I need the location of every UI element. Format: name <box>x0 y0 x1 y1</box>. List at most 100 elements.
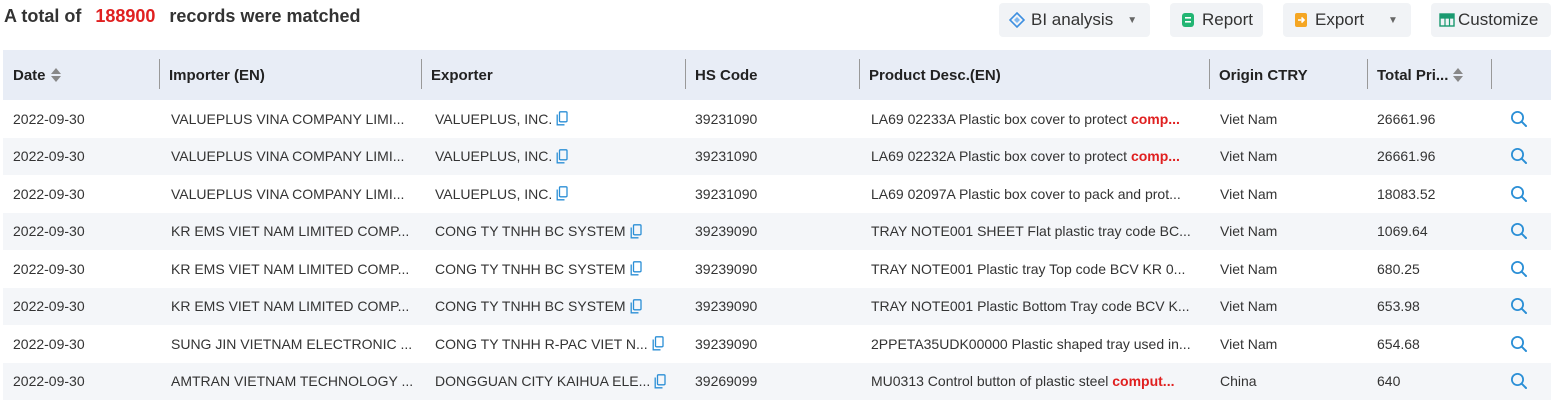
cell-total-price: 26661.96 <box>1377 100 1487 138</box>
cell-importer[interactable]: VALUEPLUS VINA COMPANY LIMI... <box>171 100 416 138</box>
exporter-link[interactable]: VALUEPLUS, INC. <box>435 186 552 202</box>
table-row[interactable]: 2022-09-30 KR EMS VIET NAM LIMITED COMP..… <box>3 287 1551 326</box>
cell-action <box>1510 250 1534 288</box>
customize-button[interactable]: Customize <box>1431 3 1551 37</box>
column-divider[interactable] <box>421 59 422 89</box>
column-divider[interactable] <box>859 59 860 89</box>
copy-icon[interactable] <box>630 223 642 239</box>
copy-icon[interactable] <box>630 298 642 314</box>
origin-value: Viet Nam <box>1220 298 1278 315</box>
cell-importer[interactable]: VALUEPLUS VINA COMPANY LIMI... <box>171 138 416 176</box>
exporter-link[interactable]: CONG TY TNHH R-PAC VIET N... <box>435 336 648 352</box>
search-icon[interactable] <box>1510 185 1528 203</box>
exporter-link[interactable]: VALUEPLUS, INC. <box>435 111 552 127</box>
export-dropdown-button[interactable]: ▼ <box>1375 3 1411 37</box>
table-row[interactable]: 2022-09-30 SUNG JIN VIETNAM ELECTRONIC ..… <box>3 325 1551 363</box>
report-label: Report <box>1202 10 1254 29</box>
column-header-total-price[interactable]: Total Pri... <box>1367 50 1491 100</box>
table-row[interactable]: 2022-09-30 VALUEPLUS VINA COMPANY LIMI...… <box>3 175 1551 213</box>
copy-icon[interactable] <box>556 148 568 164</box>
cell-exporter: CONG TY TNHH BC SYSTEM <box>435 250 680 288</box>
chevron-down-icon: ▼ <box>1127 14 1138 26</box>
column-divider[interactable] <box>1367 59 1368 89</box>
importer-link[interactable]: KR EMS VIET NAM LIMITED COMP... <box>171 298 409 314</box>
search-icon[interactable] <box>1510 297 1528 315</box>
importer-link[interactable]: VALUEPLUS VINA COMPANY LIMI... <box>171 186 404 202</box>
importer-link[interactable]: VALUEPLUS VINA COMPANY LIMI... <box>171 148 404 164</box>
cell-exporter: VALUEPLUS, INC. <box>435 175 680 213</box>
cell-importer[interactable]: KR EMS VIET NAM LIMITED COMP... <box>171 213 416 251</box>
sort-icon[interactable] <box>1453 68 1464 82</box>
product-desc-text: TRAY NOTE001 Plastic tray Top code BCV K… <box>871 261 1185 277</box>
cell-product-desc: TRAY NOTE001 Plastic tray Top code BCV K… <box>871 250 1203 288</box>
product-desc-text: TRAY NOTE001 Plastic Bottom Tray code BC… <box>871 298 1190 314</box>
table-row[interactable]: 2022-09-30 KR EMS VIET NAM LIMITED COMP..… <box>3 212 1551 251</box>
date-value: 2022-09-30 <box>13 110 85 127</box>
cell-hs-code: 39231090 <box>695 175 845 213</box>
importer-link[interactable]: KR EMS VIET NAM LIMITED COMP... <box>171 261 409 277</box>
importer-link[interactable]: VALUEPLUS VINA COMPANY LIMI... <box>171 111 404 127</box>
copy-icon[interactable] <box>652 336 664 351</box>
product-desc-value: TRAY NOTE001 SHEET Flat plastic tray cod… <box>871 223 1191 240</box>
cell-date: 2022-09-30 <box>13 213 153 251</box>
table-row[interactable]: 2022-09-30 AMTRAN VIETNAM TECHNOLOGY ... D… <box>3 362 1551 400</box>
table-row[interactable]: 2022-09-30 VALUEPLUS VINA COMPANY LIMI...… <box>3 100 1551 138</box>
sort-icon[interactable] <box>50 68 61 82</box>
cell-action <box>1510 213 1534 251</box>
total-price-value: 1069.64 <box>1377 223 1428 240</box>
report-button[interactable]: Report <box>1170 3 1263 37</box>
column-divider[interactable] <box>1491 59 1492 89</box>
cell-action <box>1510 325 1534 363</box>
cell-total-price: 680.25 <box>1377 250 1487 288</box>
column-header-origin[interactable]: Origin CTRY <box>1209 50 1367 100</box>
date-value: 2022-09-30 <box>13 373 85 390</box>
table-row[interactable]: 2022-09-30 KR EMS VIET NAM LIMITED COMP..… <box>3 250 1551 288</box>
copy-icon[interactable] <box>654 373 666 389</box>
product-desc-text: 2PPETA35UDK00000 Plastic shaped tray use… <box>871 336 1191 352</box>
cell-date: 2022-09-30 <box>13 250 153 288</box>
column-divider[interactable] <box>1209 59 1210 89</box>
total-price-value: 26661.96 <box>1377 148 1436 165</box>
cell-importer[interactable]: AMTRAN VIETNAM TECHNOLOGY ... <box>171 363 416 400</box>
importer-link[interactable]: KR EMS VIET NAM LIMITED COMP... <box>171 223 409 239</box>
cell-action <box>1510 100 1534 138</box>
importer-link[interactable]: SUNG JIN VIETNAM ELECTRONIC ... <box>171 336 412 352</box>
column-divider[interactable] <box>159 59 160 89</box>
date-value: 2022-09-30 <box>13 260 85 277</box>
search-icon[interactable] <box>1510 372 1528 390</box>
export-button[interactable]: Export <box>1283 3 1375 37</box>
search-icon[interactable] <box>1510 222 1528 240</box>
cell-importer[interactable]: KR EMS VIET NAM LIMITED COMP... <box>171 288 416 326</box>
column-label: HS Code <box>695 66 758 84</box>
total-price-value: 18083.52 <box>1377 185 1436 202</box>
importer-link[interactable]: AMTRAN VIETNAM TECHNOLOGY ... <box>171 373 413 389</box>
cell-importer[interactable]: SUNG JIN VIETNAM ELECTRONIC ... <box>171 325 416 363</box>
exporter-link[interactable]: CONG TY TNHH BC SYSTEM <box>435 261 626 277</box>
column-header-date[interactable]: Date <box>3 50 159 100</box>
hs-code-value: 39239090 <box>695 298 758 315</box>
column-header-product-desc[interactable]: Product Desc.(EN) <box>859 50 1209 100</box>
exporter-link[interactable]: VALUEPLUS, INC. <box>435 148 552 164</box>
bi-analysis-label: BI analysis <box>1031 10 1114 29</box>
cell-exporter: DONGGUAN CITY KAIHUA ELE... <box>435 363 680 400</box>
copy-icon[interactable] <box>556 186 568 201</box>
search-icon[interactable] <box>1510 335 1528 353</box>
exporter-link[interactable]: CONG TY TNHH BC SYSTEM <box>435 223 626 239</box>
exporter-link[interactable]: CONG TY TNHH BC SYSTEM <box>435 298 626 314</box>
exporter-link[interactable]: DONGGUAN CITY KAIHUA ELE... <box>435 373 650 389</box>
origin-value: Viet Nam <box>1220 260 1278 277</box>
cell-importer[interactable]: VALUEPLUS VINA COMPANY LIMI... <box>171 175 416 213</box>
table-row[interactable]: 2022-09-30 VALUEPLUS VINA COMPANY LIMI...… <box>3 137 1551 176</box>
bi-analysis-button[interactable]: BI analysis ▼ <box>999 3 1150 37</box>
copy-icon[interactable] <box>556 111 568 126</box>
records-table: Date Importer (EN) Exporter HS Code Prod… <box>3 50 1551 400</box>
column-header-importer[interactable]: Importer (EN) <box>159 50 421 100</box>
column-divider[interactable] <box>685 59 686 89</box>
cell-importer[interactable]: KR EMS VIET NAM LIMITED COMP... <box>171 250 416 288</box>
column-header-exporter[interactable]: Exporter <box>421 50 685 100</box>
search-icon[interactable] <box>1510 110 1528 128</box>
search-icon[interactable] <box>1510 147 1528 165</box>
search-icon[interactable] <box>1510 260 1528 278</box>
copy-icon[interactable] <box>630 261 642 276</box>
column-header-hs-code[interactable]: HS Code <box>685 50 859 100</box>
